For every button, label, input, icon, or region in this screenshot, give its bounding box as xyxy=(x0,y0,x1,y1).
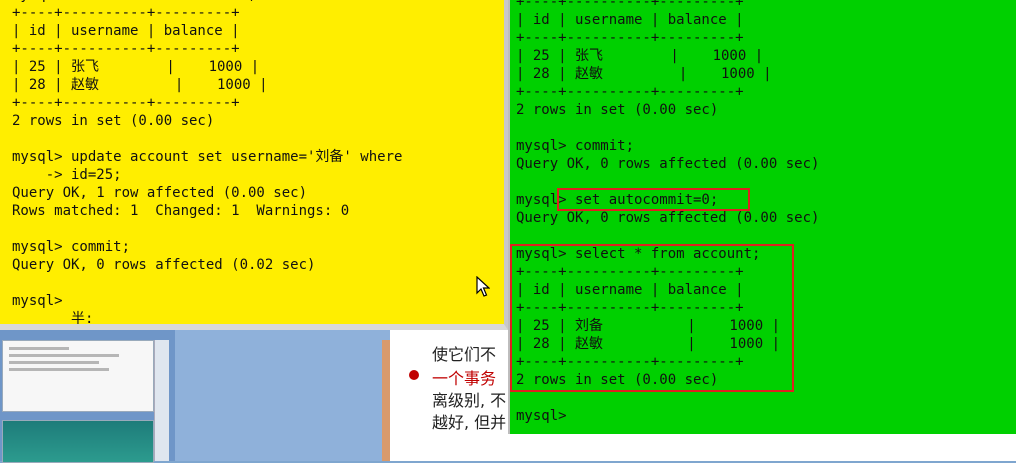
mysql-console-yellow[interactable]: mysql> select * from account;+----+-----… xyxy=(0,0,508,330)
slide-thumbnail[interactable] xyxy=(2,340,154,412)
slide-text-line: 越好, 但并 xyxy=(432,413,507,432)
slide-text-line: 使它们不 xyxy=(432,345,497,364)
console-line: Query OK, 0 rows affected (0.02 sec) xyxy=(12,257,316,273)
console-output: mysql> select * from account;+----+-----… xyxy=(12,0,403,327)
console-line: mysql> xyxy=(516,408,567,424)
console-line: +----+----------+---------+ xyxy=(12,5,240,21)
editor-background xyxy=(175,330,390,461)
console-line: -> id=25; xyxy=(12,167,122,183)
console-line: 2 rows in set (0.00 sec) xyxy=(12,113,215,129)
console-line: | 28 | 赵敏 | 1000 | xyxy=(12,77,268,93)
console-line: | id | username | balance | xyxy=(516,12,744,28)
bullet-icon xyxy=(409,370,419,380)
console-line: | 28 | 赵敏 | 1000 | xyxy=(516,66,772,82)
slide-border xyxy=(382,340,390,461)
console-line: mysql> commit; xyxy=(516,138,635,154)
console-line: | id | username | balance | xyxy=(12,23,240,39)
console-line: 2 rows in set (0.00 sec) xyxy=(516,102,719,118)
slide-text-line: 离级别, 不 xyxy=(432,391,507,410)
console-line: +----+----------+---------+ xyxy=(516,84,744,100)
console-line: 半: xyxy=(12,311,94,327)
console-line: mysql> xyxy=(12,293,63,309)
mouse-cursor-icon xyxy=(476,276,490,297)
console-line: mysql> commit; xyxy=(12,239,131,255)
console-line: Query OK, 0 rows affected (0.00 sec) xyxy=(516,156,820,172)
console-line: +----+----------+---------+ xyxy=(516,30,744,46)
console-line: Query OK, 1 row affected (0.00 sec) xyxy=(12,185,308,201)
console-line: +----+----------+---------+ xyxy=(12,41,240,57)
slide-text-line: 一个事务 xyxy=(432,369,497,388)
slide-thumbnail[interactable] xyxy=(2,420,154,463)
thumbnail-scrollbar[interactable] xyxy=(154,340,169,461)
highlight-box-autocommit xyxy=(557,188,750,211)
highlight-box-select-result xyxy=(510,244,794,392)
console-line: Query OK, 0 rows affected (0.00 sec) xyxy=(516,210,820,226)
console-line: +----+----------+---------+ xyxy=(516,0,744,10)
console-line: +----+----------+---------+ xyxy=(12,95,240,111)
console-line: Rows matched: 1 Changed: 1 Warnings: 0 xyxy=(12,203,350,219)
console-line: | 25 | 张飞 | 1000 | xyxy=(12,59,260,75)
console-line: mysql> update account set username='刘备' … xyxy=(12,149,403,165)
console-line: | 25 | 张飞 | 1000 | xyxy=(516,48,764,64)
